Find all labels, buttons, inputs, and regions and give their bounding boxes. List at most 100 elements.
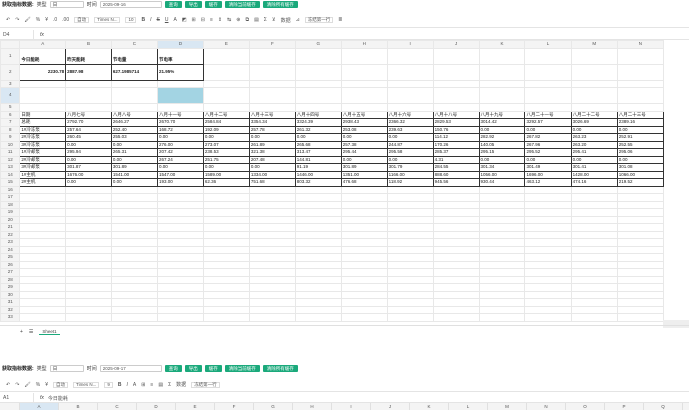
cell[interactable] — [524, 223, 572, 232]
column-header-f-2[interactable]: F — [215, 403, 254, 410]
column-header-i-2[interactable]: I — [332, 403, 371, 410]
cell[interactable] — [386, 290, 434, 299]
cell[interactable] — [294, 215, 342, 224]
cell[interactable] — [294, 245, 342, 254]
cell[interactable]: 1#冷却泵 — [19, 148, 67, 157]
cell[interactable] — [294, 87, 342, 104]
cell[interactable] — [616, 305, 664, 314]
cell[interactable] — [478, 63, 526, 81]
strikethrough-icon[interactable]: S — [157, 17, 160, 23]
cell[interactable] — [478, 200, 526, 209]
cell[interactable]: 301.89 — [110, 163, 158, 172]
cell[interactable] — [616, 313, 664, 322]
cell[interactable]: 803.32 — [294, 178, 342, 187]
cell[interactable] — [294, 260, 342, 269]
cell[interactable]: 1#冷冻泵 — [19, 125, 67, 134]
cell[interactable] — [524, 103, 572, 112]
row-header[interactable]: 14 — [0, 170, 21, 179]
cell[interactable] — [478, 283, 526, 292]
cell[interactable] — [248, 79, 296, 88]
cell[interactable] — [386, 208, 434, 217]
cell[interactable]: 八月十三号 — [248, 110, 296, 119]
cell[interactable] — [432, 208, 480, 217]
cell[interactable]: 170.26 — [432, 140, 480, 149]
cell[interactable] — [616, 79, 664, 88]
cell[interactable] — [65, 200, 112, 209]
cell[interactable] — [65, 103, 112, 112]
cell[interactable]: 255.03 — [110, 133, 158, 142]
cell[interactable]: 2887.98 — [65, 63, 112, 81]
currency-icon[interactable]: ¥ — [45, 17, 48, 23]
cell[interactable] — [19, 283, 67, 292]
freeze-select-2[interactable]: 冻结第一行 — [191, 381, 220, 388]
fill-color-icon[interactable]: ◩ — [182, 17, 187, 23]
cell[interactable] — [478, 313, 526, 322]
cell[interactable] — [432, 290, 480, 299]
cell[interactable] — [570, 47, 618, 65]
column-header-h-2[interactable]: H — [293, 403, 332, 410]
cell[interactable] — [110, 223, 158, 232]
cell[interactable]: 节电率 — [156, 47, 204, 65]
cell[interactable]: 1066.00 — [616, 170, 664, 179]
cell[interactable] — [294, 200, 342, 209]
cell[interactable]: 2584.84 — [202, 118, 250, 127]
row-header[interactable]: 27 — [0, 268, 21, 277]
cell[interactable]: 2792.70 — [65, 118, 112, 127]
cell[interactable]: 0.00 — [386, 155, 434, 164]
clear-current-cache-button[interactable]: 清除当前缓存 — [224, 1, 260, 8]
cell[interactable] — [616, 298, 664, 307]
column-header-g-2[interactable]: G — [254, 403, 293, 410]
cell[interactable] — [65, 79, 112, 88]
cell[interactable] — [616, 260, 664, 269]
cell[interactable]: 207.48 — [248, 155, 296, 164]
cache-button-2[interactable]: 缓存 — [204, 365, 222, 372]
align-icon-2[interactable]: ≡ — [150, 382, 153, 388]
cell[interactable] — [156, 253, 204, 262]
cell[interactable] — [202, 223, 250, 232]
cell[interactable]: 八月十一号 — [156, 110, 204, 119]
cell[interactable] — [248, 230, 296, 239]
italic-icon[interactable]: I — [150, 17, 151, 23]
cell[interactable] — [294, 230, 342, 239]
cell[interactable] — [202, 87, 250, 104]
cell[interactable] — [386, 298, 434, 307]
cell[interactable]: 261.89 — [248, 140, 296, 149]
row-header[interactable]: 24 — [0, 245, 21, 254]
cell[interactable] — [156, 79, 204, 88]
cell[interactable] — [65, 283, 112, 292]
cell[interactable] — [110, 103, 158, 112]
redo-icon[interactable]: ↷ — [15, 17, 19, 23]
chart-icon[interactable]: ▤ — [254, 17, 259, 23]
cell[interactable]: 207.42 — [156, 148, 204, 157]
cell[interactable] — [202, 313, 250, 322]
cell[interactable] — [202, 208, 250, 217]
cell[interactable] — [248, 305, 296, 314]
cell[interactable] — [156, 193, 204, 202]
cell[interactable]: 267.82 — [524, 133, 572, 142]
cell[interactable] — [386, 223, 434, 232]
cell[interactable]: 0.00 — [65, 178, 112, 187]
cell[interactable]: 3292.57 — [524, 118, 572, 127]
cell[interactable]: 244.87 — [386, 140, 434, 149]
cell[interactable] — [156, 238, 204, 247]
cell[interactable] — [248, 260, 296, 269]
cell[interactable] — [524, 230, 572, 239]
more-icon[interactable]: ≣ — [338, 17, 342, 23]
cell[interactable]: 321.38 — [248, 148, 296, 157]
cell[interactable]: 295.52 — [524, 148, 572, 157]
row-header[interactable]: 22 — [0, 230, 21, 239]
row-header[interactable]: 28 — [0, 275, 21, 284]
cell[interactable] — [202, 47, 250, 65]
cell[interactable]: 八月十八号 — [432, 110, 480, 119]
cell[interactable] — [616, 290, 664, 299]
cell[interactable]: 八月二十二号 — [570, 110, 618, 119]
cell[interactable] — [616, 275, 664, 284]
cell[interactable] — [19, 275, 67, 284]
cell[interactable]: 0.00 — [65, 155, 112, 164]
cell[interactable] — [432, 305, 480, 314]
cell[interactable] — [202, 283, 250, 292]
cell[interactable] — [340, 268, 388, 277]
cell[interactable] — [478, 185, 526, 194]
cell[interactable]: 265.68 — [294, 140, 342, 149]
cell[interactable] — [110, 79, 158, 88]
